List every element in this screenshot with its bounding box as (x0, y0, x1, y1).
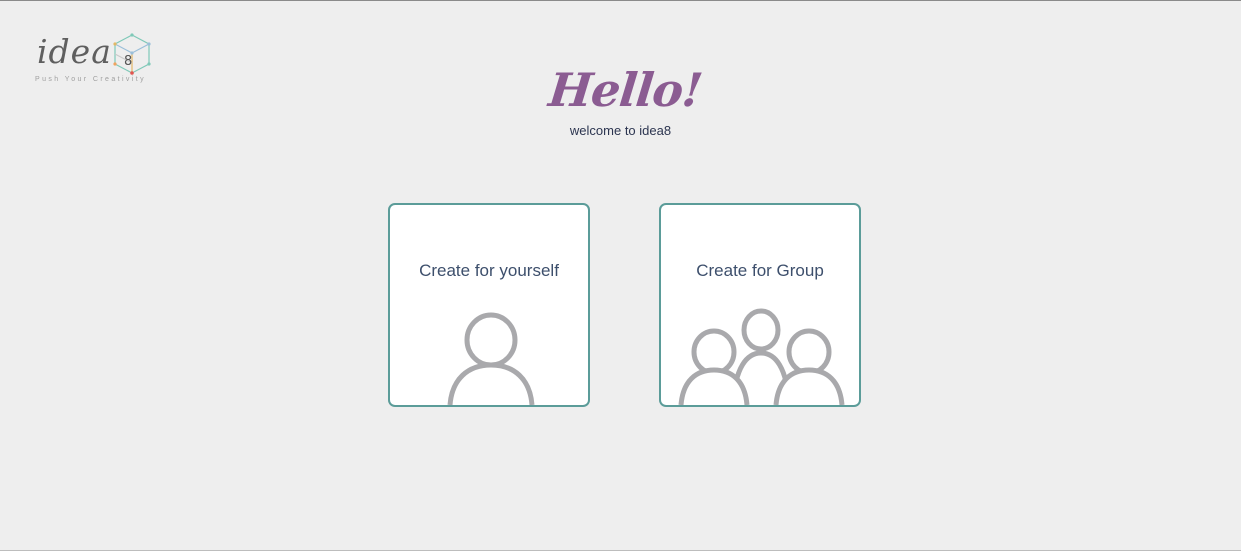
card-label: Create for Group (696, 261, 824, 280)
card-label: Create for yourself (419, 261, 559, 280)
group-icon (678, 308, 845, 405)
create-for-yourself-card[interactable]: Create for yourself (388, 203, 590, 407)
person-icon (447, 312, 535, 405)
page-subtitle: welcome to idea8 (569, 123, 672, 138)
welcome-header: Hello! welcome to idea8 (0, 61, 1241, 140)
create-for-group-card[interactable]: Create for Group (659, 203, 861, 407)
page-title: Hello! (546, 63, 705, 117)
